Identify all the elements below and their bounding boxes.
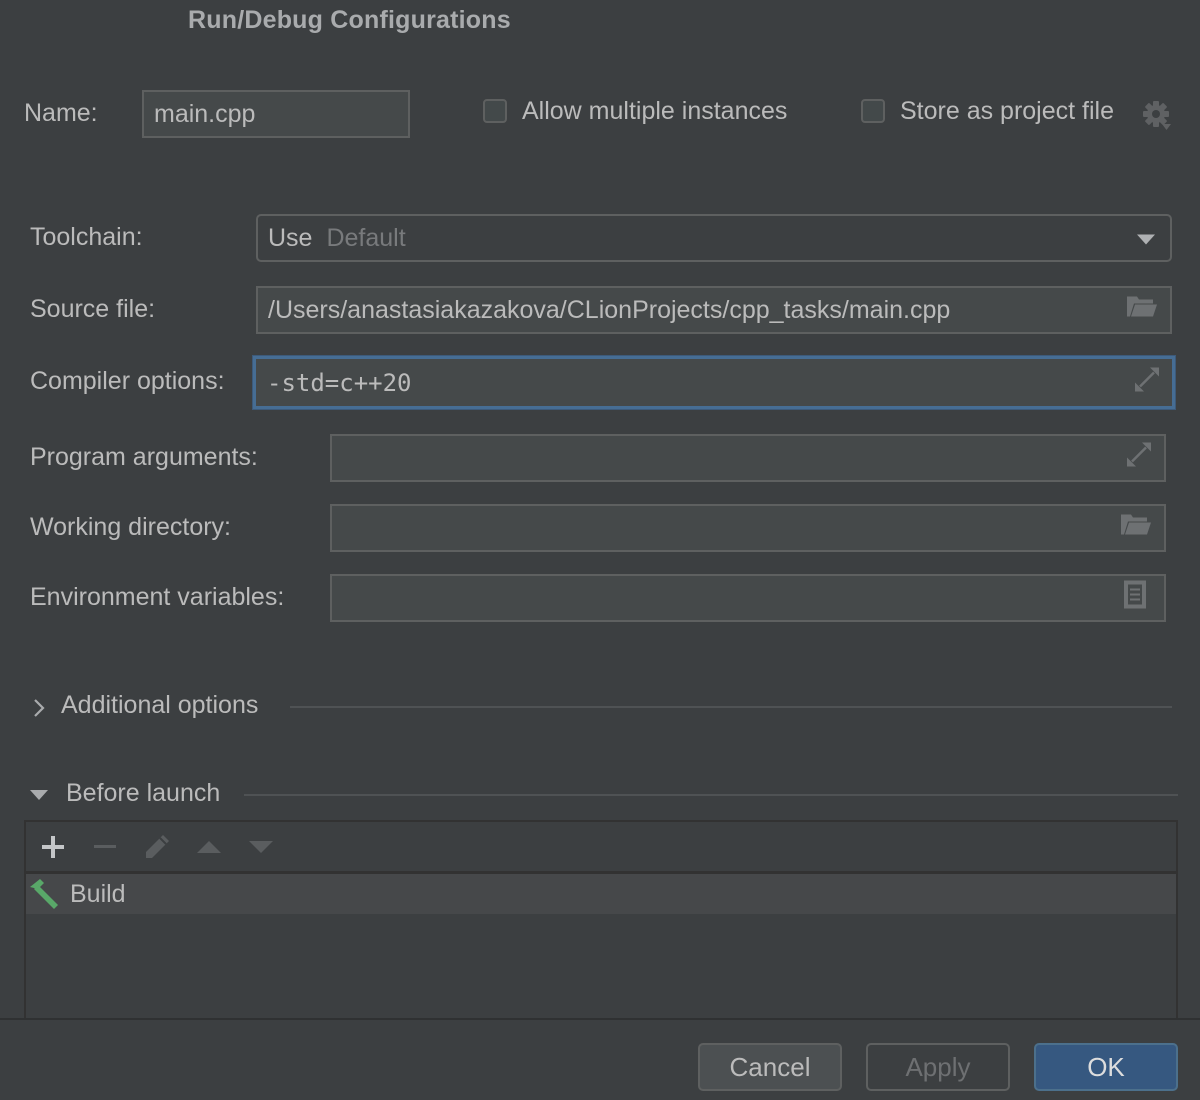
- chevron-down-icon: [1136, 224, 1156, 253]
- before-launch-item-label: Build: [70, 879, 126, 908]
- compiler-options-value: -std=c++20: [267, 368, 412, 397]
- folder-icon[interactable]: [1120, 513, 1152, 544]
- environment-variables-input[interactable]: [330, 574, 1166, 622]
- toolchain-select[interactable]: Use Default: [256, 214, 1172, 262]
- chevron-right-icon[interactable]: [32, 697, 46, 724]
- program-arguments-label: Program arguments:: [30, 443, 258, 471]
- toolchain-label: Toolchain:: [30, 223, 143, 251]
- before-launch-toggle[interactable]: Before launch: [66, 779, 220, 808]
- source-file-label: Source file:: [30, 295, 156, 323]
- additional-options-toggle[interactable]: Additional options: [61, 691, 258, 720]
- gear-dropdown-icon[interactable]: [1142, 100, 1172, 137]
- expand-icon[interactable]: [1126, 442, 1152, 475]
- compiler-options-label: Compiler options:: [30, 367, 225, 395]
- name-label: Name:: [24, 99, 98, 127]
- toolchain-value: Default: [326, 223, 406, 252]
- folder-icon[interactable]: [1126, 295, 1158, 326]
- dialog-title: Run/Debug Configurations: [188, 6, 511, 34]
- before-launch-panel: Build: [24, 820, 1178, 1020]
- add-icon[interactable]: [38, 832, 68, 862]
- program-arguments-input[interactable]: [330, 434, 1166, 482]
- before-launch-divider: [244, 794, 1178, 796]
- source-file-value: /Users/anastasiakazakova/CLionProjects/c…: [268, 295, 951, 324]
- working-directory-label: Working directory:: [30, 513, 231, 541]
- remove-icon[interactable]: [90, 832, 120, 862]
- expand-icon[interactable]: [1134, 366, 1160, 399]
- before-launch-item[interactable]: Build: [26, 874, 1176, 914]
- triangle-down-icon[interactable]: [28, 788, 50, 807]
- compiler-options-input[interactable]: -std=c++20: [253, 356, 1175, 409]
- working-directory-input[interactable]: [330, 504, 1166, 552]
- store-as-project-file-label[interactable]: Store as project file: [900, 97, 1114, 126]
- apply-button[interactable]: Apply: [866, 1043, 1010, 1091]
- ok-button[interactable]: OK: [1034, 1043, 1178, 1091]
- store-as-project-file-checkbox[interactable]: [861, 99, 885, 123]
- move-down-icon[interactable]: [246, 832, 276, 862]
- move-up-icon[interactable]: [194, 832, 224, 862]
- source-file-input[interactable]: /Users/anastasiakazakova/CLionProjects/c…: [256, 286, 1172, 334]
- name-value: main.cpp: [154, 99, 256, 128]
- allow-multiple-instances-label[interactable]: Allow multiple instances: [522, 97, 787, 126]
- hammer-icon: [28, 877, 62, 911]
- footer-divider: [0, 1018, 1200, 1020]
- name-input[interactable]: main.cpp: [142, 90, 410, 138]
- environment-variables-label: Environment variables:: [30, 583, 285, 611]
- allow-multiple-instances-checkbox[interactable]: [483, 99, 507, 123]
- edit-pencil-icon[interactable]: [142, 832, 172, 862]
- document-icon[interactable]: [1124, 580, 1146, 616]
- cancel-button[interactable]: Cancel: [698, 1043, 842, 1091]
- before-launch-toolbar: [26, 822, 1176, 874]
- toolchain-prefix: Use: [268, 223, 313, 252]
- additional-options-divider: [290, 706, 1172, 708]
